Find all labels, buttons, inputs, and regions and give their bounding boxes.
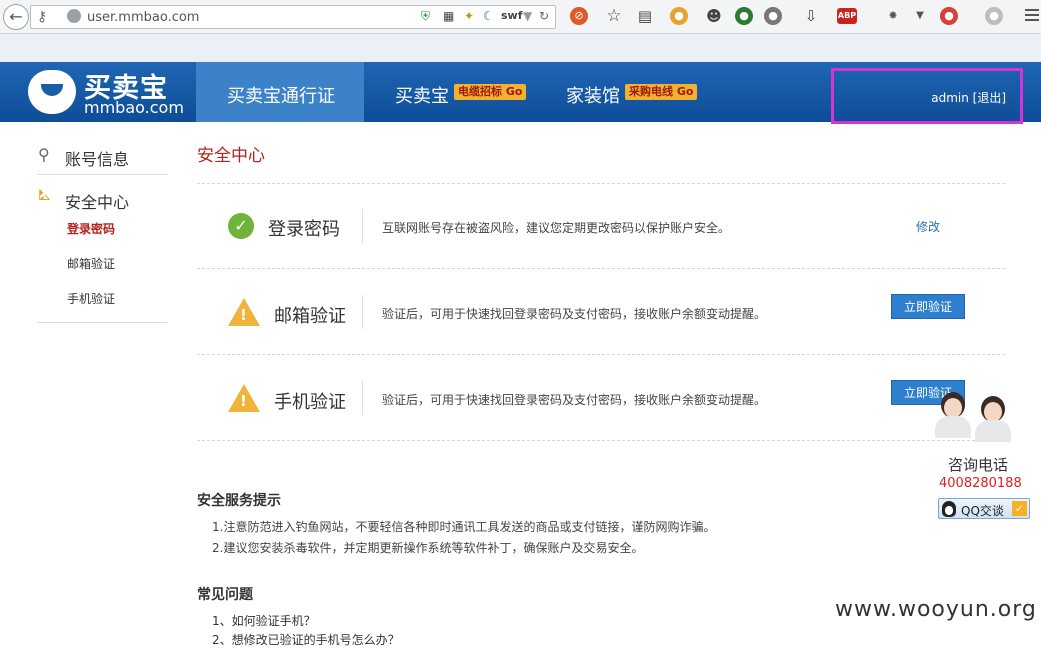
red-ext-icon[interactable]: ● [940, 7, 958, 25]
row-login-password-label: 登录密码 [268, 219, 340, 240]
bookmarks-strip [0, 34, 1041, 62]
shield-icon[interactable]: ⛨ [421, 9, 430, 24]
nav-home-decor-badge[interactable]: 采购电线 Go [625, 84, 698, 100]
download-icon[interactable]: ⇩ [802, 7, 820, 25]
nav-home-decor[interactable]: 家装馆 [566, 82, 620, 108]
user-logout-link[interactable]: admin [退出] [931, 89, 1006, 106]
row-separator [362, 381, 363, 415]
row-divider [197, 183, 1005, 184]
check-icon: ✓ [228, 213, 254, 239]
security-tip: 2.建议您安装杀毒软件，并定期更新操作系统等软件补丁，确保账户及交易安全。 [212, 541, 644, 555]
verify-email-button[interactable]: 立即验证 [891, 294, 965, 319]
star-icon[interactable]: ☆ [605, 7, 623, 25]
row-email-verify-label: 邮箱验证 [274, 306, 346, 327]
back-button[interactable]: ← [3, 4, 29, 30]
consult-widget: 咨询电话 4008280188 QQ交谈 ✓ [929, 388, 1030, 522]
adblock-icon[interactable]: ABP [837, 8, 857, 24]
qq-penguin-icon [942, 501, 956, 517]
nav-passport[interactable]: 买卖宝通行证 [227, 82, 335, 108]
security-tips-title: 安全服务提示 [197, 493, 281, 509]
agent-avatar-icon [933, 390, 973, 438]
clipboard-icon[interactable]: ▤ [636, 7, 654, 25]
lock-icon: ⛡ [38, 185, 51, 204]
palette-icon[interactable]: ☻ [705, 7, 723, 25]
faq-item[interactable]: 2、想修改已验证的手机号怎么办？ [212, 631, 400, 648]
overflow-dropdown-icon[interactable]: ▼ [911, 7, 929, 25]
menu-icon[interactable] [1025, 9, 1039, 24]
sidebar-account[interactable]: 账号信息 [65, 146, 129, 170]
addon-icon[interactable]: ● [670, 7, 688, 25]
nav-mmbao-badge[interactable]: 电缆招标 Go [454, 84, 527, 100]
row-divider [197, 354, 1005, 355]
row-divider [197, 268, 1005, 269]
warning-mark: ! [240, 306, 247, 324]
green-ext-icon[interactable]: ● [735, 7, 753, 25]
swf-label[interactable]: swf [501, 9, 523, 22]
address-bar[interactable]: ⚷ user.mmbao.com ⛨ ▦ ✦ ☾ swf ▼ ↻ [30, 5, 556, 29]
dropdown-icon[interactable]: ▼ [523, 9, 532, 23]
world-ext-icon[interactable]: ● [764, 7, 782, 25]
row-login-password-desc: 互联网账号存在被盗风险，建议您定期更改密码以保护账户安全。 [382, 221, 731, 235]
consult-title: 咨询电话 [948, 456, 1009, 474]
url-text: user.mmbao.com [87, 10, 200, 25]
logo[interactable]: 买卖宝 mmbao.com [0, 62, 196, 122]
logo-en: mmbao.com [84, 98, 184, 117]
bird-icon[interactable]: ✦ [464, 9, 474, 23]
row-separator [362, 295, 363, 329]
check-icon: ✓ [1012, 501, 1027, 516]
site-header: 买卖宝 mmbao.com 买卖宝通行证 买卖宝 电缆招标 Go 家装馆 采购电… [0, 62, 1041, 124]
row-email-verify-desc: 验证后，可用于快速找回登录密码及支付密码，接收账户余额变动提醒。 [382, 307, 767, 321]
page-title: 安全中心 [197, 146, 265, 166]
sidebar-security[interactable]: 安全中心 [65, 189, 129, 213]
faq-title: 常见问题 [197, 587, 253, 603]
warning-mark: ! [240, 392, 247, 410]
watermark: www.wooyun.org [835, 597, 1037, 622]
security-tip: 1.注意防范进入钓鱼网站，不要轻信各种即时通讯工具发送的商品或支付链接，谨防网购… [212, 520, 716, 534]
row-phone-verify-label: 手机验证 [274, 392, 346, 413]
moon-icon[interactable]: ☾ [483, 9, 494, 23]
sidebar-item-email-verify[interactable]: 邮箱验证 [67, 255, 115, 272]
row-separator [362, 209, 363, 243]
nav-mmbao[interactable]: 买卖宝 [395, 82, 449, 108]
user-box: admin [退出] [831, 68, 1023, 124]
gray-ext-icon[interactable]: ● [985, 7, 1003, 25]
qq-chat-button[interactable]: QQ交谈 ✓ [938, 498, 1030, 519]
sidebar-item-login-password[interactable]: 登录密码 [67, 220, 115, 237]
logo-mark-icon [28, 70, 76, 114]
bug-icon[interactable]: ✸ [884, 7, 902, 25]
sidebar-item-phone-verify[interactable]: 手机验证 [67, 290, 115, 307]
sidebar-divider [37, 174, 167, 175]
key-icon: ⚷ [37, 9, 48, 25]
browser-toolbar: ← ⚷ user.mmbao.com ⛨ ▦ ✦ ☾ swf ▼ ↻ ⊘ ☆ ▤… [0, 0, 1041, 34]
globe-icon [67, 9, 81, 23]
reload-icon[interactable]: ↻ [539, 9, 549, 23]
qq-chat-label: QQ交谈 [961, 504, 1004, 518]
search-doc-icon: ⚲ [38, 145, 50, 164]
modify-password-link[interactable]: 修改 [916, 218, 940, 235]
row-phone-verify-desc: 验证后，可用于快速找回登录密码及支付密码，接收账户余额变动提醒。 [382, 393, 767, 407]
noscript-icon[interactable]: ⊘ [570, 7, 588, 25]
sidebar-divider [37, 322, 167, 323]
faq-item[interactable]: 1、如何验证手机？ [212, 612, 316, 629]
row-divider [197, 440, 1005, 441]
agent-avatar-icon [973, 394, 1013, 442]
qr-icon[interactable]: ▦ [443, 9, 454, 23]
consult-phone: 4008280188 [939, 476, 1022, 491]
